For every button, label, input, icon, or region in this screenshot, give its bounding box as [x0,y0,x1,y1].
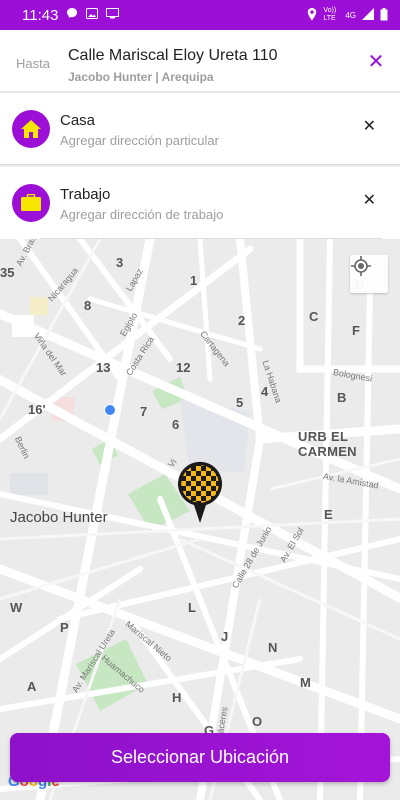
saved-place-title: Casa [60,112,96,129]
map-label: O [252,714,263,729]
current-location-dot [104,404,116,416]
map-pin-icon[interactable] [176,461,224,525]
map-label: N [268,640,278,655]
map-label: J [221,629,229,644]
destination-subtitle: Jacobo Hunter | Arequipa [68,70,214,84]
map-label: C [309,309,319,324]
messenger-icon [66,6,78,24]
saved-place-subtitle: Agregar dirección particular [60,133,219,148]
image-icon [86,6,99,24]
map-label: P [60,620,69,635]
area-label: Jacobo Hunter [10,509,108,526]
map-label: E [324,507,333,522]
location-icon [307,7,317,23]
signal-icon [362,8,374,22]
map-label: M [300,675,311,690]
crosshair-icon [351,256,371,276]
network-label: 4G [345,10,356,20]
desktop-icon [106,6,120,24]
destination-label: Hasta [16,56,50,71]
briefcase-icon [12,184,50,222]
map-label: 6 [172,417,180,432]
remove-trabajo-icon[interactable]: ✕ [363,193,376,209]
map-label: B [337,390,347,405]
map-label: 12 [176,360,191,375]
map-label: 16' [28,402,46,417]
volte-label: Vo)) LTE [323,7,337,22]
my-location-button[interactable] [350,255,388,293]
map-view[interactable]: 35 3 1 8 2 C D F 13 12 4 5 B 16' 7 6 E W… [0,239,400,800]
saved-place-trabajo[interactable]: Trabajo Agregar dirección de trabajo ✕ [0,167,400,239]
close-icon[interactable]: ✕ [366,52,386,72]
destination-header: Hasta Calle Mariscal Eloy Ureta 110 Jaco… [0,30,400,92]
map-label: 7 [140,404,148,419]
map-label: A [27,679,37,694]
remove-casa-icon[interactable]: ✕ [363,119,376,135]
map-label: H [172,690,182,705]
status-bar: 11:43 Vo)) LTE 4G [0,0,400,30]
map-label: L [188,600,196,615]
destination-street-input[interactable]: Calle Mariscal Eloy Ureta 110 [68,47,278,65]
map-label: 35 [0,265,15,280]
map-label: 2 [238,313,246,328]
select-location-button[interactable]: Seleccionar Ubicación [10,733,390,782]
map-label: 5 [236,395,244,410]
home-icon [12,110,50,148]
map-label: 1 [190,273,198,288]
battery-icon [380,7,388,23]
map-label: 4 [261,384,269,399]
status-time: 11:43 [22,6,59,24]
saved-place-subtitle: Agregar dirección de trabajo [60,207,224,222]
saved-place-casa[interactable]: Casa Agregar dirección particular ✕ [0,93,400,165]
map-label: F [352,323,360,338]
map-label: 13 [96,360,111,375]
map-label: W [10,600,23,615]
map-label: 3 [116,255,124,270]
map-label: 8 [84,298,92,313]
neighborhood-label: URB EL CARMEN [298,429,357,459]
saved-place-title: Trabajo [60,186,111,203]
